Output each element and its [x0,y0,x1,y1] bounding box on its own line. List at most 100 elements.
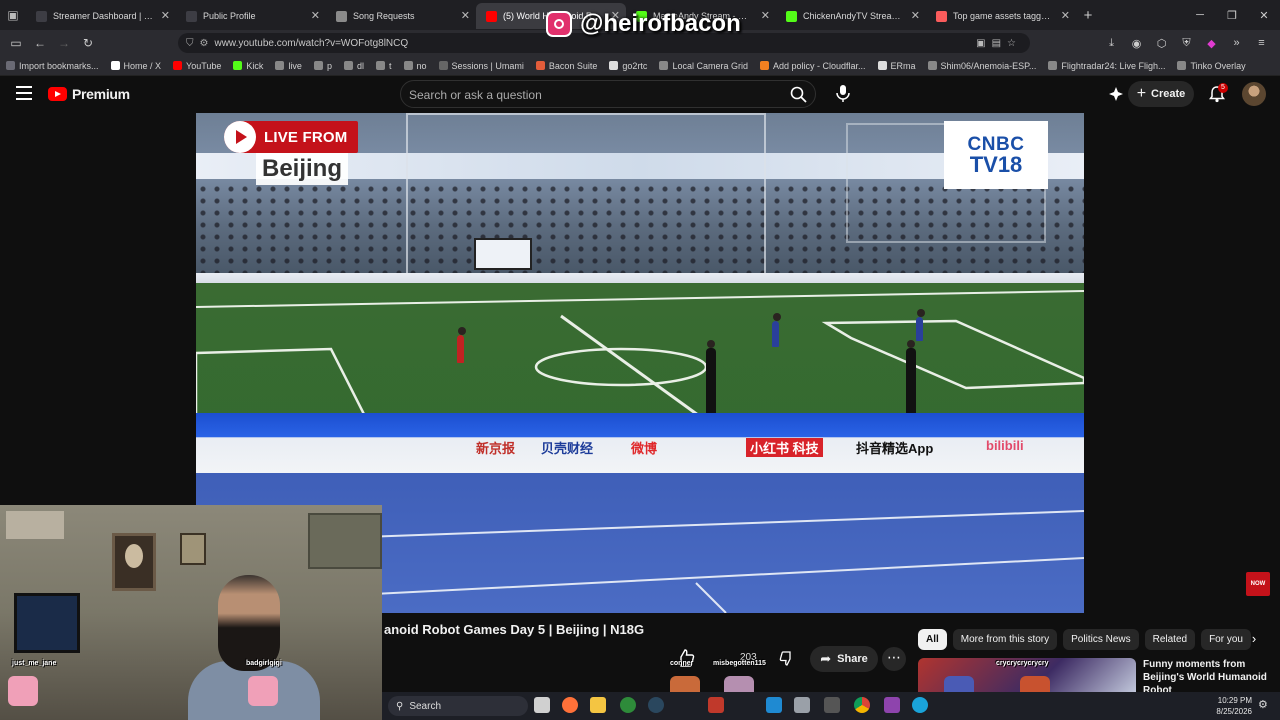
browser-tab[interactable]: Public Profile ✕ [176,3,326,29]
chip-filter[interactable]: More from this story [952,628,1058,650]
search-input[interactable]: Search or ask a question [400,80,816,108]
close-tab-icon[interactable]: ✕ [761,9,770,22]
browser-tab-label: ChickenAndyTV Stream - W [803,11,904,21]
overflow-chevron-icon[interactable]: » [1224,37,1249,49]
ai-assistant-icon[interactable] [1108,86,1124,102]
app-icon[interactable] [794,697,810,713]
search-icon[interactable] [789,85,809,105]
close-tab-icon[interactable]: ✕ [161,9,170,22]
bookmark-item[interactable]: no [403,61,427,71]
address-bar-actions-icon[interactable]: ▣▤☆ [976,38,1022,49]
account-icon[interactable]: ◉ [1124,37,1149,50]
maximize-icon[interactable]: ❐ [1216,0,1248,30]
forward-icon[interactable]: → [52,36,76,50]
chip-filter[interactable]: Related [1144,628,1196,650]
app-icon[interactable] [884,697,900,713]
microphone-icon[interactable] [833,83,853,103]
browser-menu-icon[interactable]: ≡ [1249,37,1274,49]
shield-icon[interactable]: ⛉ [186,38,194,49]
new-tab-icon[interactable]: + [1076,7,1100,24]
bookmark-item[interactable]: Local Camera Grid [659,61,748,71]
bookmark-item[interactable]: p [313,61,332,71]
chat-username: crycrycrycrycry [996,660,1049,667]
browser-tab[interactable]: Top game assets tagged poker ✕ [926,3,1076,29]
bookmark-icon [609,61,619,70]
bookmark-icon [1048,61,1058,70]
share-button[interactable]: ➦ Share [810,646,878,672]
bookmark-item[interactable]: Tinko Overlay [1177,61,1246,71]
close-tab-icon[interactable]: ✕ [1061,9,1070,22]
reload-icon[interactable]: ↻ [76,36,100,50]
site-settings-icon[interactable]: ⚙ [200,38,209,49]
bookmark-item[interactable]: Bacon Suite [535,61,597,71]
brave-shield-icon[interactable]: ⛨ [1174,37,1199,50]
extension-badge-icon[interactable]: ◆ [1199,37,1224,50]
file-explorer-icon[interactable] [590,697,606,713]
dislike-icon[interactable] [778,650,794,666]
portrait-frame [112,533,156,591]
taskbar-clock[interactable]: 10:29 PM 8/25/2026 [1206,695,1252,717]
sidebar-toggle-icon[interactable]: ▭ [4,36,28,50]
bookmark-item[interactable]: Import bookmarks... [6,61,99,71]
now-badge: NOW [1246,572,1270,596]
app-icon[interactable] [824,697,840,713]
chat-username: badgirlgigi [246,660,282,667]
bookmark-label: Add policy - Cloudflar... [772,60,866,71]
close-tab-icon[interactable]: ✕ [311,9,320,22]
chevron-right-icon[interactable]: › [1244,629,1264,649]
bookmark-item[interactable]: YouTube [173,61,221,71]
browser-tab[interactable]: Song Requests ✕ [326,3,476,29]
bookmark-item[interactable]: ERma [877,60,916,71]
close-tab-icon[interactable]: ✕ [911,9,920,22]
bookmark-item[interactable]: Flightradar24: Live Fligh... [1048,61,1165,71]
bookmark-label: Local Camera Grid [672,60,748,71]
chip-filter[interactable]: All [918,628,947,650]
bookmark-label: YouTube [186,60,222,71]
firefox-icon[interactable] [562,697,578,713]
browser-tab[interactable]: ChickenAndyTV Stream - W ✕ [776,3,926,29]
browser-tab[interactable]: Streamer Dashboard | Tinkobot ✕ [26,3,176,29]
bookmark-item[interactable]: Add policy - Cloudflar... [759,60,866,71]
bookmark-icon [375,61,385,70]
hamburger-menu-icon[interactable] [16,86,32,100]
bookmark-item[interactable]: Shim06/Anemoia-ESP... [927,61,1036,71]
video-title: anoid Robot Games Day 5 | Beijing | N18G [384,622,645,637]
bookmark-item[interactable]: live [275,61,302,71]
wall-frame [6,511,64,539]
vscode-icon[interactable] [766,697,782,713]
tab-menu-icon[interactable]: ▣ [0,0,26,30]
bookmark-item[interactable]: go2rtc [609,61,647,71]
bookmark-item[interactable]: dl [343,61,364,71]
xbox-icon[interactable] [620,697,636,713]
bookmark-item[interactable]: Home / X [110,61,161,71]
more-actions-icon[interactable]: ⋯ [882,647,906,671]
back-icon[interactable]: ← [28,36,52,50]
ad-text: 微博 [631,441,658,456]
bookmark-item[interactable]: Kick [233,61,263,71]
steam-icon[interactable] [648,697,664,713]
bookmark-label: ERma [890,60,916,71]
kick-icon [786,10,797,22]
close-tab-icon[interactable]: ✕ [461,9,470,22]
notification-count-badge: 5 [1218,83,1228,93]
app-icon[interactable] [708,697,724,713]
channel-logo-line2: TV18 [969,151,1023,177]
gear-icon[interactable]: ⚙ [1258,698,1268,711]
downloads-icon[interactable]: ⤓ [1099,37,1124,50]
bookmark-item[interactable]: Sessions | Umami [438,61,524,71]
avatar[interactable] [1242,82,1266,106]
chip-filter[interactable]: Politics News [1063,628,1139,650]
extensions-icon[interactable]: ⬡ [1149,37,1174,50]
youtube-logo[interactable]: Premium [48,86,130,102]
close-window-icon[interactable]: ✕ [1248,0,1280,30]
bookmark-item[interactable]: t [375,61,392,71]
minimize-icon[interactable]: ─ [1184,0,1216,30]
bookmark-label: Import bookmarks... [19,60,99,71]
edge-icon[interactable] [912,697,928,713]
task-view-icon[interactable] [534,697,550,713]
plus-icon: + [1136,85,1147,102]
chrome-icon[interactable] [854,697,870,713]
create-button[interactable]: + Create [1128,81,1194,107]
bookmark-icon [275,61,285,70]
taskbar-search[interactable]: ⚲ Search [388,696,528,716]
